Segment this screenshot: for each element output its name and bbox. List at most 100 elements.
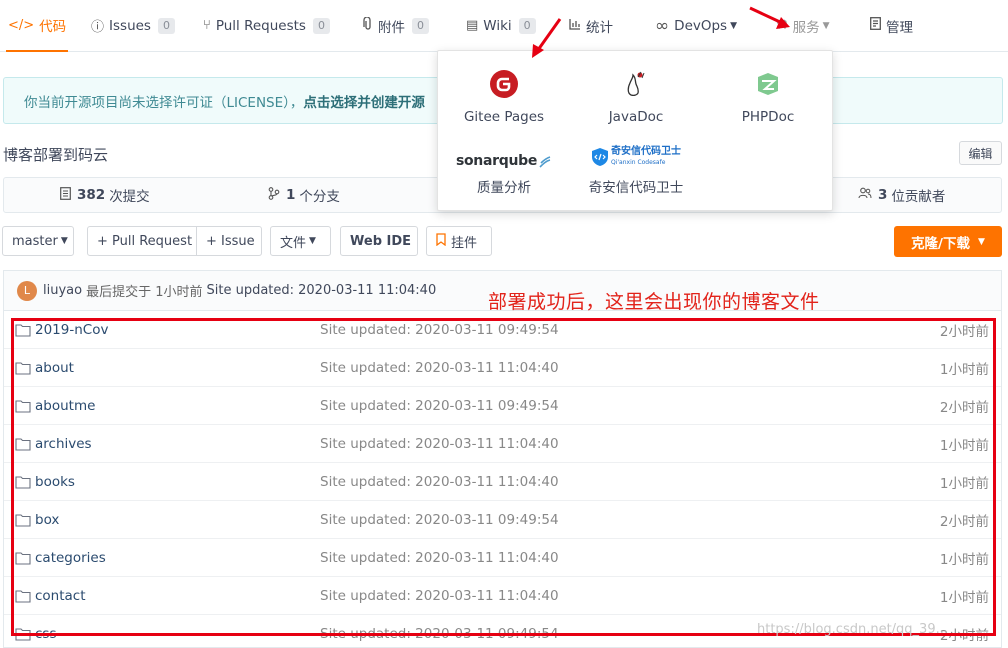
license-banner-text: 你当前开源项目尚未选择许可证（LICENSE）， [24, 94, 304, 111]
file-name[interactable]: box [35, 512, 59, 528]
file-name-cell[interactable]: aboutme [15, 387, 95, 425]
tab-code[interactable]: </> 代码 [6, 0, 69, 52]
issue-icon: ⓘ [91, 20, 105, 35]
file-name-cell[interactable]: archives [15, 425, 92, 463]
tab-stats[interactable]: 统计 [569, 0, 613, 51]
file-name-cell[interactable]: css [15, 615, 57, 647]
table-row[interactable]: 2019-nCov Site updated: 2020-03-11 09:49:… [4, 311, 1001, 349]
tab-wiki-label: Wiki [483, 17, 512, 34]
contributors-stat[interactable]: 3 位贡献者 [858, 178, 945, 212]
file-name[interactable]: aboutme [35, 398, 95, 414]
file-commit-message[interactable]: Site updated: 2020-03-11 11:04:40 [320, 425, 559, 463]
web-ide-button[interactable]: Web IDE [340, 226, 418, 256]
file-name-cell[interactable]: about [15, 349, 74, 387]
file-name-cell[interactable]: categories [15, 539, 106, 577]
chevron-down-icon: ▼ [822, 20, 830, 31]
service-sonarqube[interactable]: sonarqube 质量分析 [438, 147, 570, 196]
clone-download-button[interactable]: 克隆/下载 ▼ [894, 226, 1002, 257]
file-name-cell[interactable]: 2019-nCov [15, 311, 108, 349]
issues-count: 0 [157, 17, 175, 34]
table-row[interactable]: aboutme Site updated: 2020-03-11 09:49:54… [4, 387, 1001, 425]
folder-icon [15, 551, 35, 565]
file-name[interactable]: categories [35, 550, 106, 566]
file-menu-label: 文件 [280, 235, 307, 251]
table-row[interactable]: categories Site updated: 2020-03-11 11:04… [4, 539, 1001, 577]
services-dropdown: Gitee Pages JavaDoc PHPDoc sonarqube 质量分… [437, 50, 833, 211]
folder-icon [15, 589, 35, 603]
avatar[interactable]: L [17, 280, 37, 301]
branch-select[interactable]: master ▼ [2, 226, 74, 256]
file-updated-time: 2小时前 [939, 514, 989, 530]
tab-stats-label: 统计 [586, 19, 613, 36]
file-commit-message[interactable]: Site updated: 2020-03-11 09:49:54 [320, 311, 559, 349]
pull-requests-count: 0 [312, 17, 330, 34]
file-commit-message[interactable]: Site updated: 2020-03-11 09:49:54 [320, 615, 559, 647]
folder-icon [15, 513, 35, 527]
commit-message[interactable]: Site updated: 2020-03-11 11:04:40 [206, 283, 436, 298]
chart-icon [569, 18, 581, 34]
infinity-icon: ∞ [655, 15, 670, 36]
file-name-cell[interactable]: books [15, 463, 75, 501]
branches-stat[interactable]: 1 个分支 [268, 178, 340, 212]
create-license-link[interactable]: 点击选择并创建开源 [303, 91, 425, 111]
commits-stat[interactable]: 382 次提交 [60, 178, 150, 212]
file-commit-message[interactable]: Site updated: 2020-03-11 11:04:40 [320, 539, 559, 577]
file-name[interactable]: archives [35, 436, 92, 452]
service-gitee-pages-label: Gitee Pages [463, 109, 545, 125]
chevron-down-icon: ▼ [309, 236, 316, 246]
file-name-cell[interactable]: contact [15, 577, 86, 615]
tab-issues[interactable]: ⓘ Issues 0 [91, 0, 175, 51]
contributors-label: 位贡献者 [891, 189, 946, 205]
gitee-pages-icon [489, 69, 519, 103]
watermark: https://blog.csdn.net/qq_39... [757, 622, 949, 637]
file-name[interactable]: books [35, 474, 75, 490]
file-commit-message[interactable]: Site updated: 2020-03-11 11:04:40 [320, 577, 559, 615]
service-qianxin[interactable]: 奇安信代码卫士 Qi'anxin Codesafe 奇安信代码卫士 [570, 144, 702, 197]
file-updated-time: 1小时前 [939, 590, 989, 606]
wiki-icon: ▤ [466, 18, 479, 33]
widget-button[interactable]: 挂件 [426, 226, 492, 256]
folder-icon [15, 627, 35, 641]
table-row[interactable]: archives Site updated: 2020-03-11 11:04:4… [4, 425, 1001, 463]
service-gitee-pages[interactable]: Gitee Pages [438, 69, 570, 125]
service-javadoc[interactable]: JavaDoc [570, 69, 702, 125]
tab-manage[interactable]: 管理 [870, 0, 913, 51]
table-row[interactable]: books Site updated: 2020-03-11 11:04:40 1小… [4, 463, 1001, 501]
commits-label: 次提交 [109, 189, 150, 205]
file-name[interactable]: 2019-nCov [35, 322, 108, 338]
branches-count: 1 [286, 187, 296, 203]
repo-description: 博客部署到码云 [3, 146, 109, 164]
service-phpdoc[interactable]: PHPDoc [702, 69, 834, 125]
file-commit-message[interactable]: Site updated: 2020-03-11 09:49:54 [320, 501, 559, 539]
tab-attachments[interactable]: 附件 0 [363, 0, 429, 51]
chevron-down-icon: ▼ [730, 20, 738, 31]
tab-pull-requests[interactable]: ⑂ Pull Requests 0 [203, 0, 330, 51]
commit-author[interactable]: liuyao [43, 283, 82, 298]
branch-icon [268, 186, 280, 204]
tab-wiki[interactable]: ▤ Wiki 0 [466, 0, 536, 51]
file-name[interactable]: about [35, 360, 74, 376]
commits-count: 382 [77, 187, 106, 203]
chevron-down-icon: ▼ [60, 236, 68, 246]
file-commit-message[interactable]: Site updated: 2020-03-11 09:49:54 [320, 387, 559, 425]
file-menu-button[interactable]: 文件 ▼ [270, 226, 331, 256]
commit-meta: 最后提交于 1小时前 [86, 285, 203, 300]
file-commit-message[interactable]: Site updated: 2020-03-11 11:04:40 [320, 349, 559, 387]
file-name[interactable]: css [35, 626, 57, 642]
file-commit-message[interactable]: Site updated: 2020-03-11 11:04:40 [320, 463, 559, 501]
file-updated-time: 1小时前 [939, 476, 989, 492]
commit-icon [60, 186, 71, 204]
new-issue-button[interactable]: + Issue [197, 226, 262, 256]
tab-issues-label: Issues [109, 17, 151, 34]
table-row[interactable]: box Site updated: 2020-03-11 09:49:54 2小时前 [4, 501, 1001, 539]
file-name[interactable]: contact [35, 588, 86, 604]
edit-description-button[interactable]: 编辑 [959, 141, 1002, 165]
qianxin-logo-text: 奇安信代码卫士 [611, 145, 681, 157]
new-pull-request-button[interactable]: + Pull Request [87, 226, 197, 256]
tab-services[interactable]: ⚒ 服务 ▼ [776, 0, 830, 51]
table-row[interactable]: contact Site updated: 2020-03-11 11:04:40… [4, 577, 1001, 615]
branch-select-label: master [12, 233, 58, 249]
file-name-cell[interactable]: box [15, 501, 59, 539]
tab-devops[interactable]: ∞ DevOps ▼ [655, 0, 737, 51]
table-row[interactable]: about Site updated: 2020-03-11 11:04:40 1小… [4, 349, 1001, 387]
